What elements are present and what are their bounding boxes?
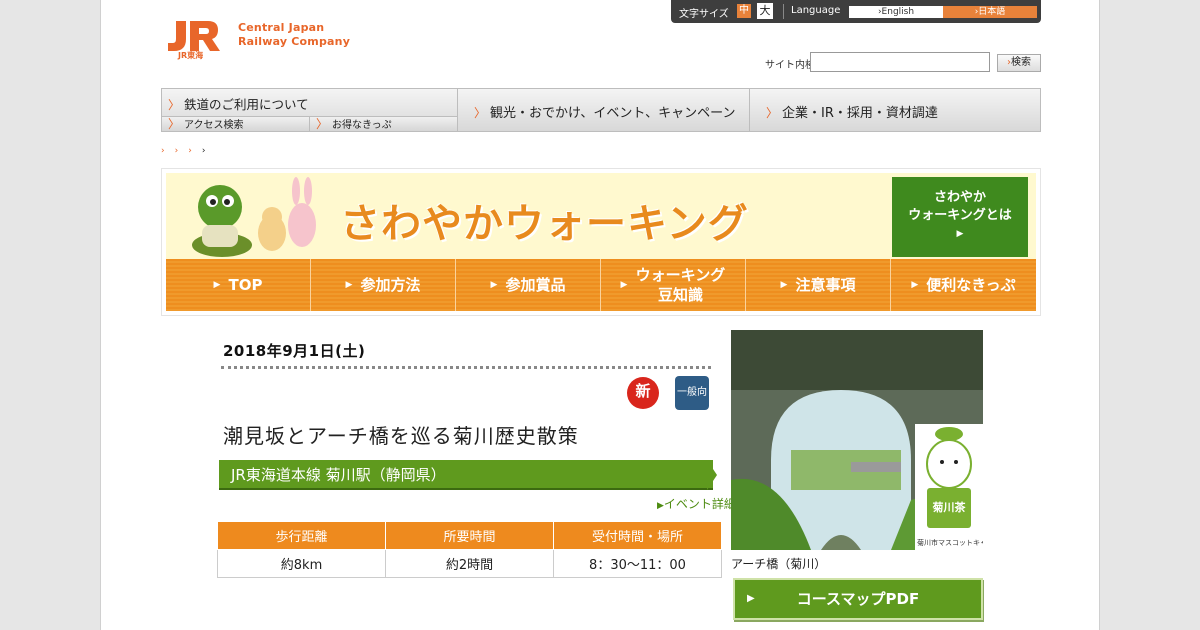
- triangle-right-icon: ▶: [780, 280, 788, 290]
- triangle-right-icon: ▶: [657, 501, 664, 511]
- nav-railway-link[interactable]: 〉鉄道のご利用について: [168, 94, 309, 113]
- photo-caption: アーチ橋（菊川）: [731, 557, 827, 571]
- course-title: 潮見坂とアーチ橋を巡る菊川歴史散策: [223, 424, 579, 448]
- breadcrumb-arrow-icon[interactable]: ›: [188, 146, 202, 156]
- banner-nav-how-to-join[interactable]: ▶ 参加方法: [311, 259, 456, 311]
- table-header: 所要時間: [385, 521, 554, 550]
- breadcrumb-arrow-icon[interactable]: ›: [175, 146, 189, 156]
- banner-nav-label: TOP: [228, 276, 263, 294]
- breadcrumb: ››››: [161, 146, 215, 156]
- breadcrumb-arrow-icon: ›: [201, 146, 216, 156]
- utility-bar: 文字サイズ 中 大 Language ›English ›日本語: [671, 0, 1041, 23]
- search-button[interactable]: ›検索: [997, 54, 1041, 72]
- nav-corporate[interactable]: 〉企業・IR・採用・資材調達: [750, 89, 1040, 131]
- nav-corporate-label: 企業・IR・採用・資材調達: [782, 106, 938, 121]
- chevron-right-icon: 〉: [474, 106, 487, 120]
- what-line2: ウォーキングとは: [908, 208, 1012, 223]
- nav-tourism-label: 観光・おでかけ、イベント、キャンペーン: [490, 106, 736, 121]
- chevron-right-icon: 〉: [316, 117, 329, 131]
- what-is-walking-button[interactable]: さわやか ウォーキングとは ▶: [892, 177, 1028, 257]
- general-badge: 一般向: [675, 376, 709, 410]
- arch-bridge-photo: 菊川茶 菊川市マスコットキャラクター ©菊川市 30-022: [731, 330, 983, 550]
- mascot-icon: [926, 427, 972, 489]
- table-header-row: 歩行距離 所要時間 受付時間・場所: [217, 521, 722, 550]
- banner-nav-notes[interactable]: ▶ 注意事項: [746, 259, 891, 311]
- search-input[interactable]: [810, 52, 990, 72]
- nav-railway[interactable]: 〉鉄道のご利用について 〉アクセス検索 〉お得なきっぷ: [162, 89, 458, 131]
- triangle-right-icon: ▶: [213, 280, 221, 290]
- logo-line1: Central Japan: [238, 21, 325, 34]
- language-label: Language: [791, 5, 841, 16]
- nav-corporate-link[interactable]: 〉企業・IR・採用・資材調達: [766, 102, 938, 121]
- table-header: 受付時間・場所: [553, 521, 722, 550]
- event-info-table: 歩行距離 所要時間 受付時間・場所 約8km 約2時間 8：30～11：00: [217, 521, 722, 578]
- triangle-right-icon: ▶: [490, 280, 498, 290]
- triangle-right-icon: ▶: [620, 280, 628, 290]
- table-row: 約8km 約2時間 8：30～11：00: [217, 549, 722, 578]
- table-header: 歩行距離: [217, 521, 386, 550]
- triangle-right-icon: ▶: [747, 593, 755, 604]
- font-size-large-button[interactable]: 大: [757, 3, 773, 19]
- logo-sub: JR東海: [178, 51, 204, 60]
- pdf-button-label: コースマップPDF: [796, 590, 920, 608]
- banner-nav-label: 参加賞品: [505, 276, 566, 294]
- banner-nav-label: ウォーキング 豆知識: [635, 266, 726, 304]
- logo-line2: Railway Company: [238, 35, 351, 48]
- logo-text: Central Japan Railway Company: [238, 21, 350, 49]
- nav-access-label: アクセス検索: [184, 120, 244, 131]
- triangle-right-icon: ▶: [956, 229, 964, 239]
- language-japanese-button[interactable]: ›日本語: [943, 6, 1037, 18]
- new-course-badge: 新: [627, 377, 659, 409]
- divider: [783, 4, 784, 19]
- table-cell: 約2時間: [385, 549, 554, 578]
- breadcrumb-arrow-icon[interactable]: ›: [161, 146, 175, 156]
- nav-access-search[interactable]: 〉アクセス検索: [162, 116, 310, 131]
- banner-nav-label: 便利なきっぷ: [926, 276, 1016, 294]
- nav-tickets-label: お得なきっぷ: [332, 120, 392, 131]
- station-bar: JR東海道本線 菊川駅（静岡県）: [219, 460, 713, 490]
- banner-nav-useful-tickets[interactable]: ▶ 便利なきっぷ: [891, 259, 1036, 311]
- nav-tickets[interactable]: 〉お得なきっぷ: [310, 116, 457, 131]
- banner-title: さわやかウォーキング: [340, 201, 749, 247]
- chevron-right-icon: 〉: [168, 98, 181, 112]
- course-map-pdf-button[interactable]: ▶ コースマップPDF: [733, 578, 983, 620]
- banner-nav-walking-tips[interactable]: ▶ ウォーキング 豆知識: [601, 259, 746, 311]
- page-container: Central Japan Railway Company JR東海 文字サイズ…: [100, 0, 1100, 630]
- mascot-label: 菊川茶: [927, 488, 971, 528]
- nav-tourism[interactable]: 〉観光・おでかけ、イベント、キャンペーン: [458, 89, 750, 131]
- lang-ja-label: 日本語: [978, 7, 1006, 17]
- search-button-label: 検索: [1011, 57, 1031, 68]
- mascot-copyright: 菊川市マスコットキャラクター ©菊川市 30-022: [917, 539, 983, 547]
- chevron-right-icon: 〉: [168, 117, 181, 131]
- font-size-label: 文字サイズ: [679, 9, 729, 20]
- table-cell: 8：30～11：00: [553, 549, 722, 578]
- triangle-right-icon: ▶: [911, 280, 919, 290]
- triangle-right-icon: ▶: [345, 280, 353, 290]
- language-english-button[interactable]: ›English: [849, 6, 943, 18]
- walking-banner: さわやかウォーキング さわやか ウォーキングとは ▶ ▶ TOP ▶ 参加方法 ▶ 参…: [161, 168, 1041, 316]
- what-line1: さわやか: [933, 190, 986, 205]
- nav-railway-label: 鉄道のご利用について: [184, 97, 309, 112]
- station-bar-tip: [707, 460, 717, 490]
- mascot-characters-icon: [192, 177, 316, 257]
- banner-header: さわやかウォーキング さわやか ウォーキングとは ▶: [166, 173, 1036, 259]
- banner-nav-label: 参加方法: [360, 276, 421, 294]
- banner-nav-top[interactable]: ▶ TOP: [166, 259, 311, 311]
- lang-en-label: English: [881, 7, 915, 17]
- dotted-divider: [221, 366, 711, 369]
- banner-nav: ▶ TOP ▶ 参加方法 ▶ 参加賞品 ▶ ウォーキング 豆知識 ▶ 注意事項 ▶ 便利なき…: [166, 259, 1036, 311]
- banner-nav-label: 注意事項: [795, 276, 856, 294]
- chevron-right-icon: 〉: [766, 106, 779, 120]
- table-cell: 約8km: [217, 549, 386, 578]
- font-size-medium-button[interactable]: 中: [737, 4, 751, 18]
- banner-nav-prizes[interactable]: ▶ 参加賞品: [456, 259, 601, 311]
- event-date: 2018年9月1日(土): [223, 342, 366, 360]
- mascot-card: 菊川茶 菊川市マスコットキャラクター ©菊川市 30-022: [915, 424, 983, 550]
- nav-tourism-link[interactable]: 〉観光・おでかけ、イベント、キャンペーン: [474, 102, 735, 121]
- jr-central-logo[interactable]: Central Japan Railway Company JR東海: [166, 17, 356, 63]
- global-nav: 〉鉄道のご利用について 〉アクセス検索 〉お得なきっぷ 〉観光・おでかけ、イベン…: [161, 88, 1041, 132]
